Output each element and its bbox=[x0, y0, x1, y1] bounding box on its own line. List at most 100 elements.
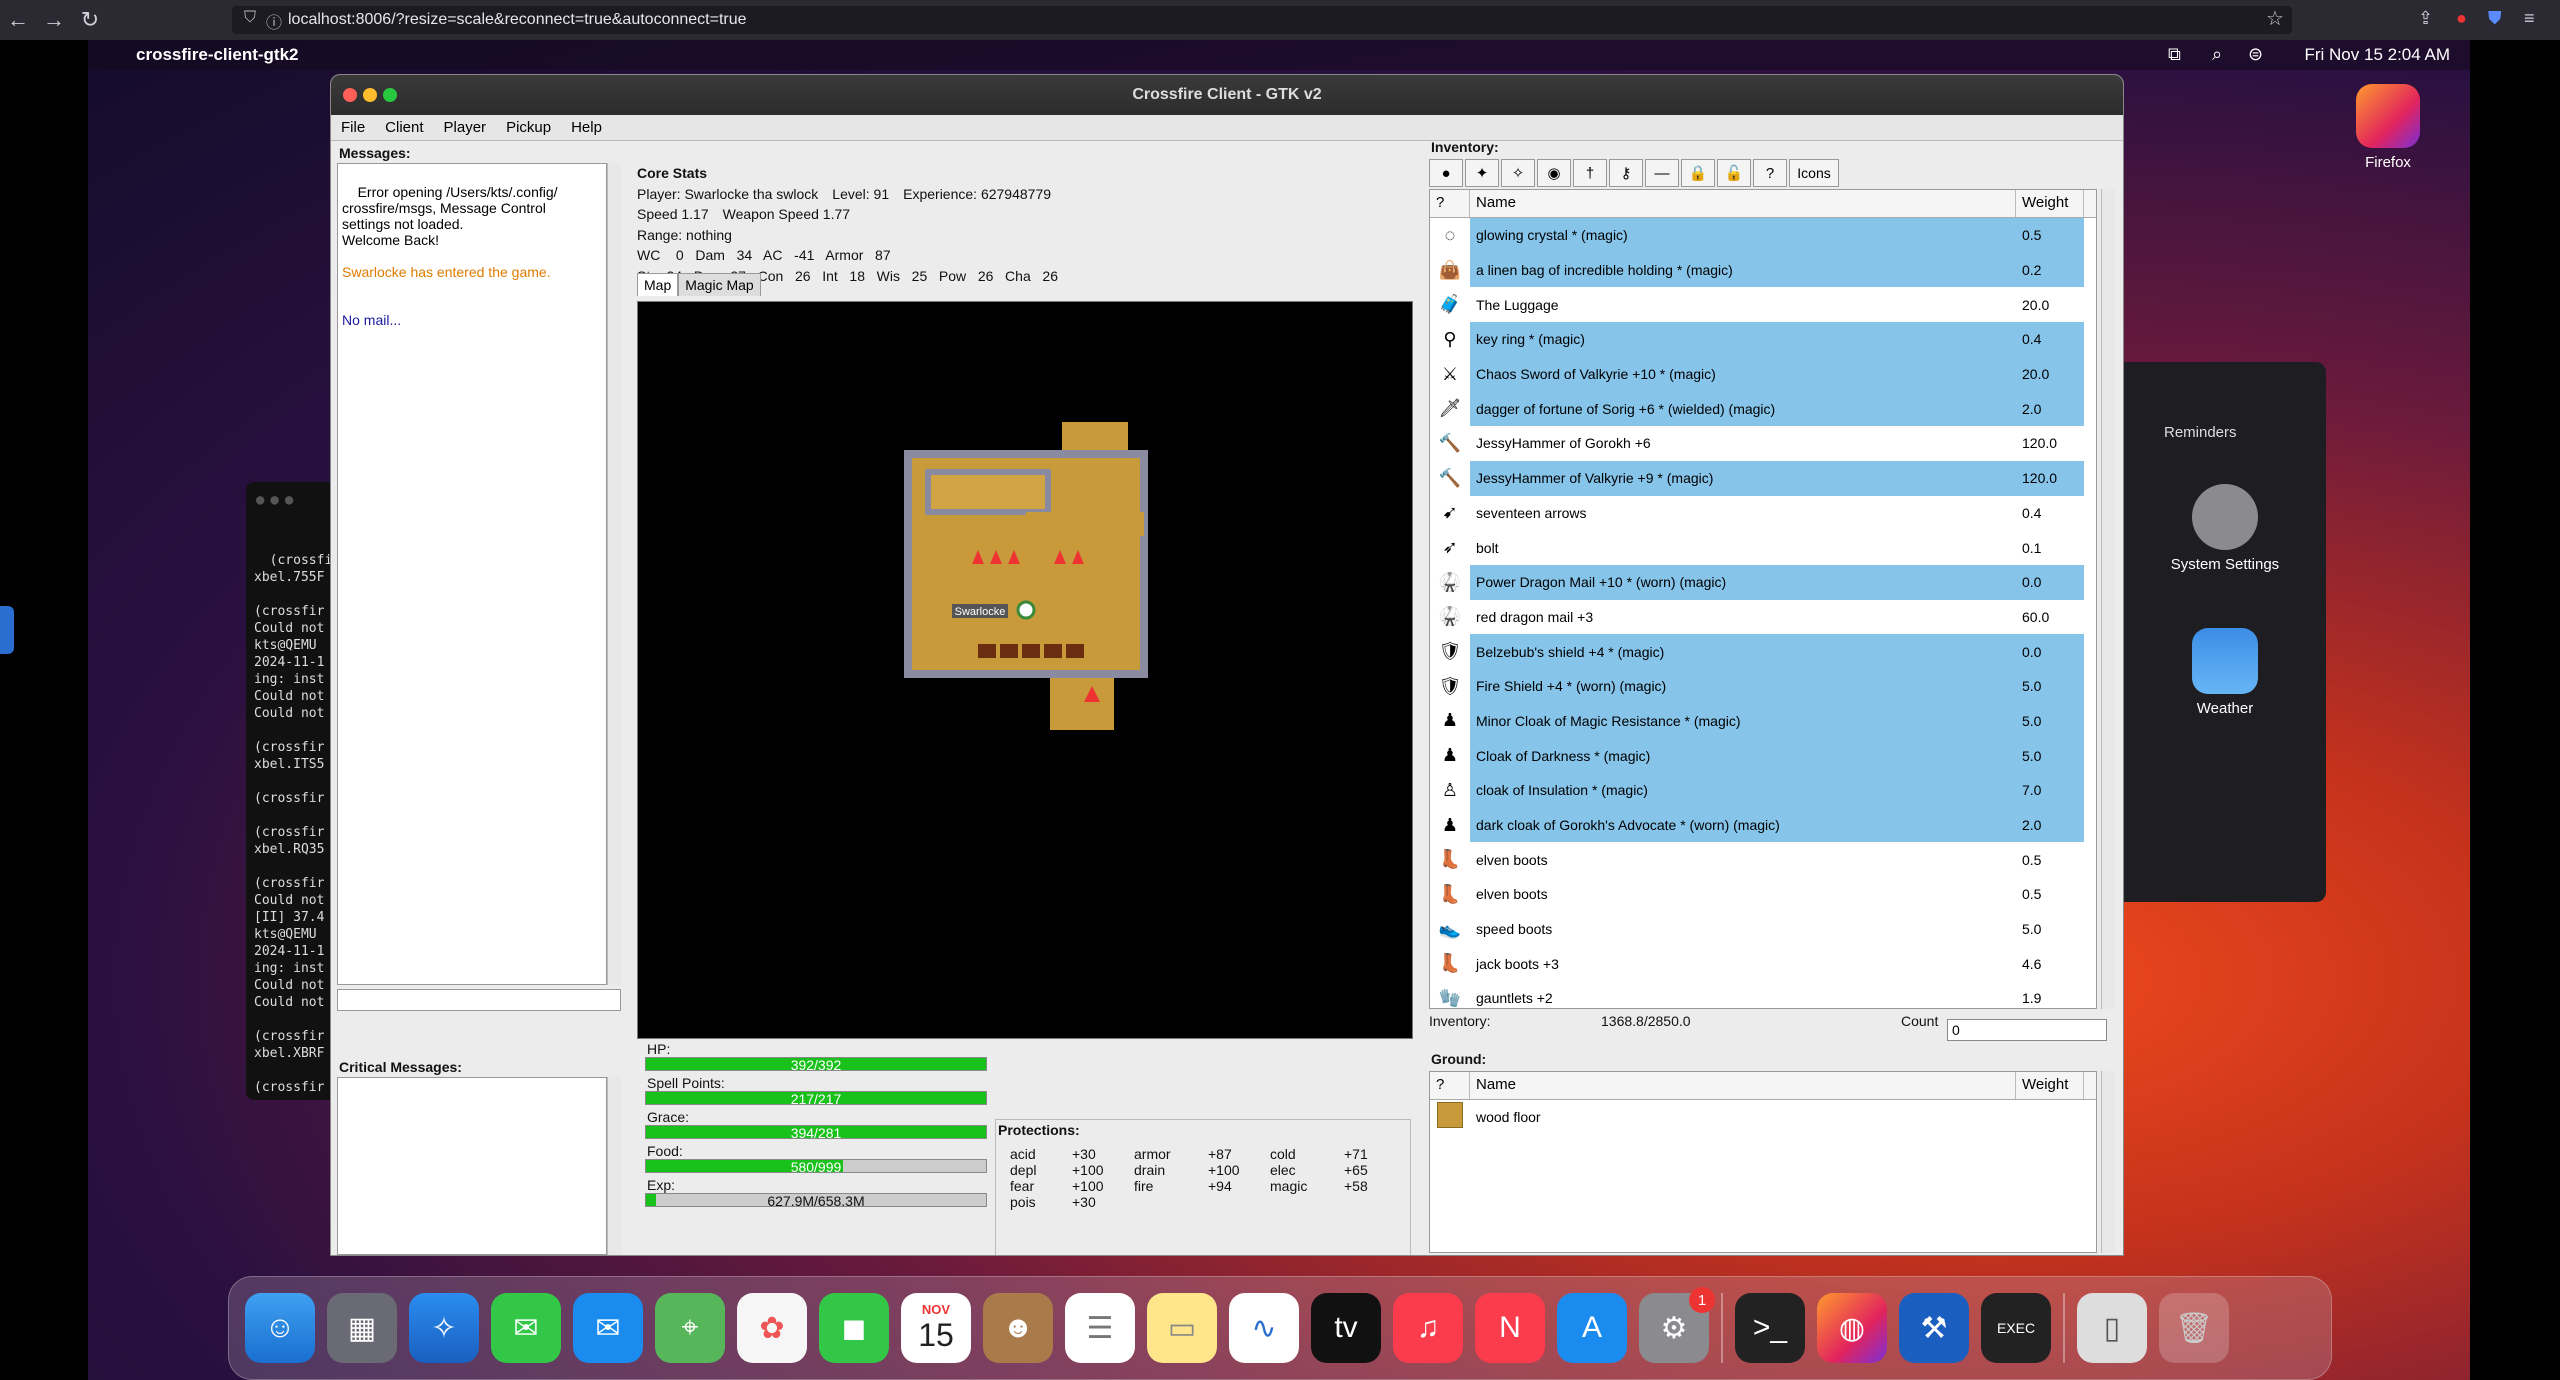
desktop-system-settings[interactable]: System Settings bbox=[2160, 484, 2290, 573]
inventory-row[interactable]: 👢 elven boots 0.5 bbox=[1430, 877, 2096, 912]
mail-icon[interactable]: ✉ bbox=[573, 1293, 643, 1363]
filter-nonmagical-icon[interactable]: — bbox=[1645, 159, 1679, 187]
messages-scrollbar[interactable] bbox=[607, 163, 621, 985]
terminal-icon[interactable]: >_ bbox=[1735, 1293, 1805, 1363]
ground-col-q[interactable]: ? bbox=[1430, 1072, 1470, 1099]
ground-col-name[interactable]: Name bbox=[1470, 1072, 2016, 1099]
filter-cursed-icon[interactable]: † bbox=[1573, 159, 1607, 187]
window-controls[interactable]: ●●● bbox=[256, 492, 299, 509]
side-panel-tab[interactable] bbox=[0, 606, 14, 654]
inventory-row[interactable]: 🔨 JessyHammer of Valkyrie +9 * (magic) 120… bbox=[1430, 460, 2096, 496]
inventory-row[interactable]: 🔨 JessyHammer of Gorokh +6 120.0 bbox=[1430, 426, 2096, 461]
tab-map[interactable]: Map bbox=[637, 273, 679, 296]
inventory-row[interactable]: 🗡 dagger of fortune of Sorig +6 * (wielde… bbox=[1430, 391, 2096, 427]
inventory-row[interactable]: 👢 jack boots +3 4.6 bbox=[1430, 946, 2096, 981]
extensions-icon[interactable]: ⇪ bbox=[2418, 8, 2433, 29]
shield-ext-icon[interactable]: ⛊ bbox=[2488, 8, 2502, 29]
control-center-icon[interactable]: ⊜ bbox=[2248, 44, 2263, 65]
game-map[interactable]: Swarlocke bbox=[637, 301, 1413, 1039]
menu-icon[interactable]: ≡ bbox=[2524, 8, 2535, 29]
desktop-firefox[interactable]: Firefox bbox=[2348, 84, 2428, 171]
message-input[interactable] bbox=[337, 989, 621, 1011]
inventory-row[interactable]: 👟 speed boots 5.0 bbox=[1430, 912, 2096, 947]
back-icon[interactable]: ← bbox=[0, 0, 36, 40]
inventory-row[interactable]: ♟ Cloak of Darkness * (magic) 5.0 bbox=[1430, 738, 2096, 773]
filter-unlocked-icon[interactable]: 🔓 bbox=[1717, 159, 1751, 187]
firefox-dock-icon[interactable]: ◍ bbox=[1817, 1293, 1887, 1363]
document-icon[interactable]: ▯ bbox=[2077, 1293, 2147, 1363]
window-titlebar[interactable]: Crossfire Client - GTK v2 bbox=[331, 75, 2123, 115]
inventory-row[interactable]: ♟ dark cloak of Gorokh's Advocate * (worn… bbox=[1430, 807, 2096, 843]
calendar-icon[interactable]: NOV 15 bbox=[901, 1293, 971, 1363]
inventory-row[interactable]: 🥋 red dragon mail +3 60.0 bbox=[1430, 600, 2096, 635]
record-icon[interactable]: ● bbox=[2456, 8, 2467, 29]
reminders-icon[interactable]: ☰ bbox=[1065, 1293, 1135, 1363]
forward-icon[interactable]: → bbox=[36, 0, 72, 40]
inventory-row[interactable]: ⚔ Chaos Sword of Valkyrie +10 * (magic) 20… bbox=[1430, 356, 2096, 392]
notes-icon[interactable]: ▭ bbox=[1147, 1293, 1217, 1363]
inventory-scrollbar[interactable] bbox=[2101, 189, 2115, 1009]
critical-messages-pane[interactable] bbox=[337, 1077, 607, 1255]
facetime-icon[interactable]: ◼ bbox=[819, 1293, 889, 1363]
col-q[interactable]: ? bbox=[1430, 190, 1470, 217]
filter-locked-icon[interactable]: 🔒 bbox=[1681, 159, 1715, 187]
maps-icon[interactable]: ⌖ bbox=[655, 1293, 725, 1363]
icons-toggle-button[interactable]: Icons bbox=[1789, 159, 1839, 187]
bookmark-star-icon[interactable]: ☆ bbox=[2266, 6, 2284, 31]
filter-magical-icon[interactable]: ⚷ bbox=[1609, 159, 1643, 187]
col-name[interactable]: Name bbox=[1470, 190, 2016, 217]
messages-pane[interactable]: Error opening /Users/kts/.config/ crossf… bbox=[337, 163, 607, 985]
freeform-icon[interactable]: ∿ bbox=[1229, 1293, 1299, 1363]
inventory-row[interactable]: 👢 elven boots 0.5 bbox=[1430, 842, 2096, 877]
inventory-row[interactable]: ♙ cloak of Insulation * (magic) 7.0 bbox=[1430, 773, 2096, 808]
count-input[interactable]: 0 bbox=[1947, 1019, 2107, 1041]
music-icon[interactable]: ♫ bbox=[1393, 1293, 1463, 1363]
terminal-window[interactable]: ●●● (crossfir xbel.755F (crossfir Could … bbox=[246, 482, 336, 1100]
finder-icon[interactable]: ☺ bbox=[245, 1293, 315, 1363]
inventory-row[interactable]: ◌ glowing crystal * (magic) 0.5 bbox=[1430, 218, 2096, 253]
filter-all-icon[interactable]: ● bbox=[1429, 159, 1463, 187]
inventory-row[interactable]: 👜 a linen bag of incredible holding * (ma… bbox=[1430, 252, 2096, 288]
tab-magic-map[interactable]: Magic Map bbox=[678, 273, 761, 296]
menu-help[interactable]: Help bbox=[561, 119, 612, 136]
inventory-row[interactable]: 🥋 Power Dragon Mail +10 * (worn) (magic) 0… bbox=[1430, 564, 2096, 600]
filter-unidentified-icon[interactable]: ? bbox=[1753, 159, 1787, 187]
inventory-table[interactable]: ? Name Weight ◌ glowing crystal * (magic)… bbox=[1429, 189, 2097, 1009]
ground-col-weight[interactable]: Weight bbox=[2016, 1072, 2084, 1099]
close-button[interactable] bbox=[343, 88, 357, 102]
col-weight[interactable]: Weight bbox=[2016, 190, 2084, 217]
inventory-row[interactable]: 🧤 gauntlets +2 1.9 bbox=[1430, 981, 2096, 1008]
inventory-row[interactable]: 🛡 Belzebub's shield +4 * (magic) 0.0 bbox=[1430, 634, 2096, 669]
ground-scrollbar[interactable] bbox=[2101, 1071, 2115, 1253]
screen-mirror-icon[interactable]: ⧉ bbox=[2168, 44, 2181, 65]
spotlight-icon[interactable]: ⌕ bbox=[2212, 44, 2222, 65]
exec-icon[interactable]: EXEC bbox=[1981, 1293, 2051, 1363]
inventory-row[interactable]: 🛡 Fire Shield +4 * (worn) (magic) 5.0 bbox=[1430, 668, 2096, 704]
inventory-row[interactable]: 🧳 The Luggage 20.0 bbox=[1430, 287, 2096, 322]
inventory-row[interactable]: ➶ bolt 0.1 bbox=[1430, 530, 2096, 565]
inventory-row[interactable]: ♟ Minor Cloak of Magic Resistance * (magi… bbox=[1430, 703, 2096, 739]
messages-icon[interactable]: ✉ bbox=[491, 1293, 561, 1363]
apple-tv-icon[interactable]: tv bbox=[1311, 1293, 1381, 1363]
reload-icon[interactable]: ↻ bbox=[72, 0, 108, 40]
menubar-clock[interactable]: Fri Nov 15 2:04 AM bbox=[2304, 45, 2450, 65]
url-bar[interactable]: ⛉ ⓘ localhost:8006/?resize=scale&reconne… bbox=[232, 6, 2292, 34]
minimize-button[interactable] bbox=[363, 88, 377, 102]
ground-table[interactable]: ? Name Weight wood floor bbox=[1429, 1071, 2097, 1253]
ground-row[interactable]: wood floor bbox=[1430, 1100, 2096, 1135]
trash-icon[interactable]: 🗑 bbox=[2159, 1293, 2229, 1363]
menu-file[interactable]: File bbox=[331, 119, 375, 136]
xcode-icon[interactable]: ⚒ bbox=[1899, 1293, 1969, 1363]
app-store-icon[interactable]: A bbox=[1557, 1293, 1627, 1363]
active-app-name[interactable]: crossfire-client-gtk2 bbox=[136, 45, 299, 65]
filter-unpaid-icon[interactable]: ◉ bbox=[1537, 159, 1571, 187]
filter-applied-icon[interactable]: ✦ bbox=[1465, 159, 1499, 187]
desktop-weather[interactable]: Weather bbox=[2170, 628, 2280, 717]
news-icon[interactable]: N bbox=[1475, 1293, 1545, 1363]
menu-client[interactable]: Client bbox=[375, 119, 433, 136]
inventory-row[interactable]: ⚲ key ring * (magic) 0.4 bbox=[1430, 322, 2096, 357]
photos-icon[interactable]: ✿ bbox=[737, 1293, 807, 1363]
filter-unapplied-icon[interactable]: ✧ bbox=[1501, 159, 1535, 187]
critical-scrollbar[interactable] bbox=[607, 1077, 621, 1255]
menu-pickup[interactable]: Pickup bbox=[496, 119, 561, 136]
